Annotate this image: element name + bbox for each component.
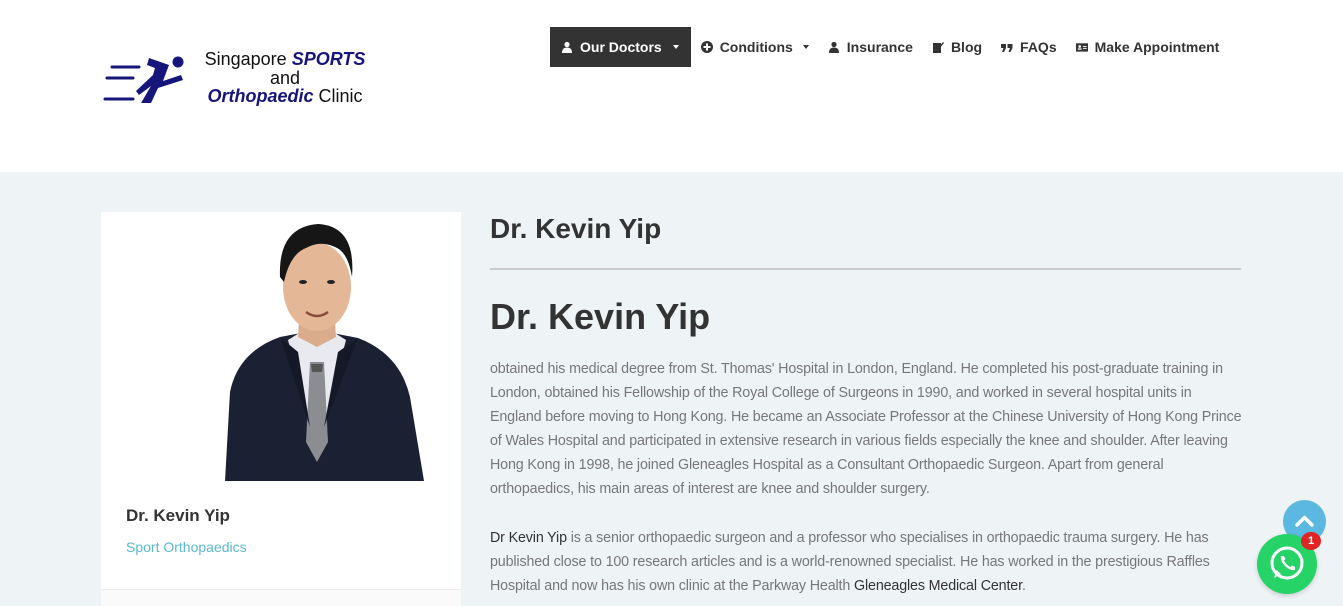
doctor-name-link[interactable]: Dr Kevin Yip xyxy=(490,530,567,546)
whatsapp-notification-badge: 1 xyxy=(1301,532,1321,550)
doctor-card: Dr. Kevin Yip Sport Orthopaedics xyxy=(101,212,461,606)
card-footer xyxy=(101,590,461,606)
logo-line3-brand: Orthopaedic xyxy=(207,86,314,106)
site-header: Singapore SPORTS and Orthopaedic Clinic … xyxy=(0,0,1343,172)
logo-text: Singapore SPORTS and Orthopaedic Clinic xyxy=(195,50,375,106)
bio-paragraph-2: Dr Kevin Yip is a senior orthopaedic sur… xyxy=(490,526,1245,598)
title-divider xyxy=(490,268,1241,270)
nav-label: Conditions xyxy=(719,39,793,55)
bio-paragraph-2-end: . xyxy=(1021,578,1026,594)
page-title: Dr. Kevin Yip xyxy=(490,213,662,244)
doctor-profile-section: Dr. Kevin Yip Sport Orthopaedics Dr. Kev… xyxy=(0,172,1343,606)
caret-down-icon xyxy=(802,45,809,49)
main-nav: Our Doctors Conditions Insurance Blog FA… xyxy=(550,27,1228,67)
doctor-photo xyxy=(210,212,424,481)
nav-label: Insurance xyxy=(846,39,913,55)
bio-paragraph-2-body: is a senior orthopaedic surgeon and a pr… xyxy=(490,530,1210,594)
logo-line1-plain: Singapore xyxy=(204,49,292,69)
plus-circle-icon xyxy=(700,41,713,53)
user-icon xyxy=(828,41,839,53)
nav-make-appointment[interactable]: Make Appointment xyxy=(1066,27,1229,67)
nav-our-doctors[interactable]: Our Doctors xyxy=(550,27,691,67)
logo-line1-brand: SPORTS xyxy=(291,49,366,69)
clinic-logo[interactable]: Singapore SPORTS and Orthopaedic Clinic xyxy=(103,50,373,110)
bio-paragraph-1: obtained his medical degree from St. Tho… xyxy=(490,361,1242,497)
id-card-icon xyxy=(1075,43,1088,52)
doctor-heading: Dr. Kevin Yip xyxy=(490,296,711,337)
card-doctor-name[interactable]: Dr. Kevin Yip xyxy=(126,506,230,526)
nav-label: Our Doctors xyxy=(580,39,662,55)
logo-line2: and xyxy=(269,67,301,88)
nav-label: Make Appointment xyxy=(1094,39,1220,55)
nav-blog[interactable]: Blog xyxy=(922,27,991,67)
logo-line3-plain: Clinic xyxy=(313,86,363,106)
card-specialty-link[interactable]: Sport Orthopaedics xyxy=(126,539,247,555)
nav-label: Blog xyxy=(950,39,983,55)
runner-logo-icon xyxy=(103,56,184,103)
nav-conditions[interactable]: Conditions xyxy=(691,27,818,67)
nav-label: FAQs xyxy=(1020,39,1057,55)
gleneagles-link[interactable]: Gleneagles Medical Center xyxy=(854,578,1022,594)
quote-icon xyxy=(1001,44,1013,52)
nav-faqs[interactable]: FAQs xyxy=(991,27,1066,67)
nav-insurance[interactable]: Insurance xyxy=(818,27,922,67)
user-icon xyxy=(562,41,572,53)
caret-down-icon xyxy=(672,45,679,49)
edit-icon xyxy=(932,42,944,53)
